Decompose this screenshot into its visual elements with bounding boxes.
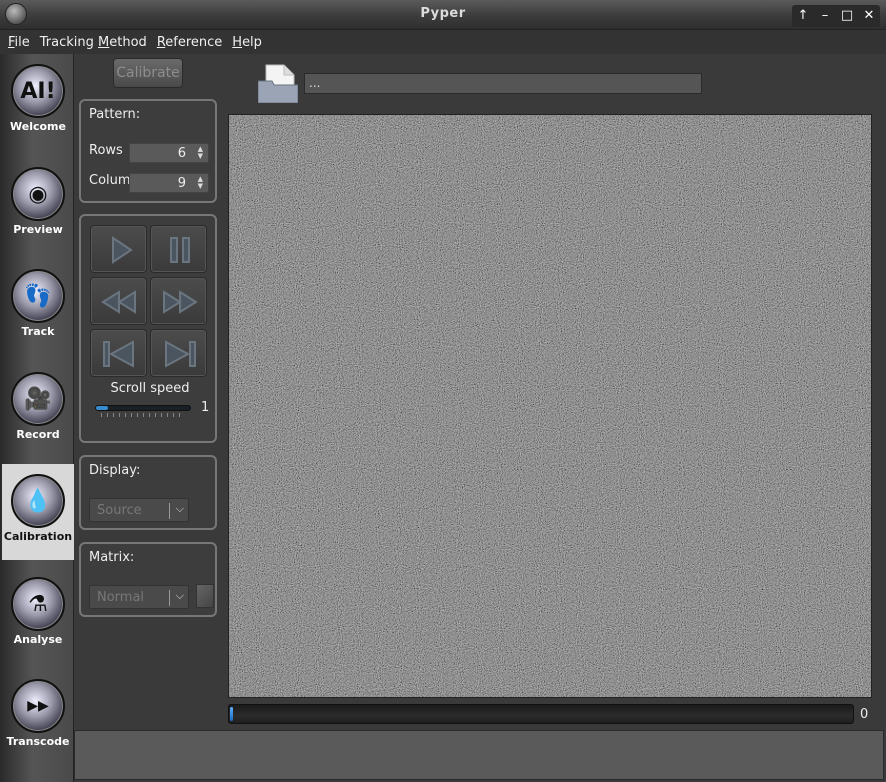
pause-icon <box>170 237 190 263</box>
menu-bar: File Tracking Method Reference Help <box>0 30 886 54</box>
scroll-speed-label: Scroll speed <box>110 381 190 396</box>
tab-record[interactable]: 🎥 Record <box>2 362 74 458</box>
keep-above-button[interactable]: ↑ <box>794 7 812 25</box>
matrix-select[interactable]: Normal ⌵ <box>89 585 189 609</box>
combo-separator <box>169 503 170 519</box>
skip-start-button[interactable] <box>90 329 147 377</box>
pattern-group: Pattern: Rows 6 ▲ ▼ Colum 9 ▲ ▼ <box>79 99 217 203</box>
window-controls: ↑ – □ ✕ <box>792 5 880 27</box>
frame-counter: 0 <box>860 707 869 722</box>
fast-forward-button[interactable] <box>150 277 207 325</box>
noise-image <box>229 115 871 697</box>
tab-transcode[interactable]: ▶▶ Transcode <box>2 669 74 765</box>
scroll-speed-value: 1 <box>201 400 210 415</box>
footprints-icon: 👣 <box>11 269 65 323</box>
tab-transcode-label: Transcode <box>6 735 70 748</box>
columns-value: 9 <box>177 176 186 191</box>
menu-help[interactable]: Help <box>228 35 266 50</box>
file-path-field[interactable]: ... <box>304 73 702 94</box>
menu-reference-mnemonic: R <box>156 34 166 50</box>
tab-record-label: Record <box>16 428 60 441</box>
skip-start-icon <box>103 340 134 368</box>
play-icon <box>112 236 133 264</box>
tab-analyse[interactable]: ⚗ Analyse <box>2 567 74 663</box>
tab-sidebar: AI! Welcome ◉ Preview 👣 Track 🎥 Record 💧… <box>0 54 74 782</box>
skip-end-button[interactable] <box>150 329 207 377</box>
menu-tracking-method[interactable]: Tracking Method <box>36 35 151 50</box>
calibrate-button[interactable]: Calibrate <box>113 58 183 88</box>
frame-progress-bar[interactable] <box>228 704 854 724</box>
slider-ticks <box>101 413 185 417</box>
tab-preview[interactable]: ◉ Preview <box>2 157 74 253</box>
scroll-speed-slider[interactable] <box>95 405 191 411</box>
analyse-icon: ⚗ <box>11 577 65 631</box>
rows-label: Rows <box>89 143 123 158</box>
player-group: Scroll speed 1 <box>79 214 217 443</box>
rewind-icon <box>101 290 136 314</box>
drop-icon: 💧 <box>11 474 65 528</box>
play-button[interactable] <box>90 225 147 273</box>
display-select-value: Source <box>97 503 142 518</box>
spin-arrows-icon[interactable]: ▲ ▼ <box>198 176 203 190</box>
tab-track[interactable]: 👣 Track <box>2 259 74 355</box>
eye-icon: ◉ <box>11 167 65 221</box>
title-bar: Pyper ↑ – □ ✕ <box>0 0 886 30</box>
transcode-icon: ▶▶ <box>11 679 65 733</box>
tab-track-label: Track <box>21 325 55 338</box>
fast-forward-icon <box>163 290 198 314</box>
chevron-down-icon: ⌵ <box>175 589 184 602</box>
matrix-select-value: Normal <box>97 590 145 605</box>
columns-label: Colum <box>89 173 131 188</box>
display-select[interactable]: Source ⌵ <box>89 498 189 522</box>
display-group: Display: Source ⌵ <box>79 455 217 530</box>
welcome-icon: AI! <box>11 64 65 118</box>
matrix-title: Matrix: <box>89 550 135 565</box>
open-file-icon[interactable] <box>257 63 299 104</box>
menu-help-label: elp <box>242 34 262 50</box>
menu-reference-label: eference <box>165 34 223 50</box>
tab-welcome-label: Welcome <box>10 120 66 133</box>
chevron-down-icon: ⌵ <box>175 502 184 515</box>
tab-calibration[interactable]: 💧 Calibration <box>2 464 74 560</box>
matrix-save-icon[interactable] <box>196 584 214 608</box>
menu-tracking-label-rest: ethod <box>109 34 147 50</box>
columns-spinbox[interactable]: 9 ▲ ▼ <box>129 173 209 193</box>
display-title: Display: <box>89 463 141 478</box>
rows-spinbox[interactable]: 6 ▲ ▼ <box>129 143 209 163</box>
maximize-button[interactable]: □ <box>838 7 856 25</box>
window-title: Pyper <box>420 6 466 21</box>
menu-reference[interactable]: Reference <box>153 35 226 50</box>
menu-help-mnemonic: H <box>232 34 243 50</box>
tab-preview-label: Preview <box>13 223 63 236</box>
status-panel <box>74 730 884 780</box>
tab-calibration-label: Calibration <box>3 530 73 543</box>
pause-button[interactable] <box>150 225 207 273</box>
menu-file[interactable]: File <box>4 35 34 50</box>
menu-tracking-label: Tracking <box>39 34 99 50</box>
rewind-button[interactable] <box>90 277 147 325</box>
tab-analyse-label: Analyse <box>13 633 63 646</box>
close-button[interactable]: ✕ <box>860 7 878 25</box>
spin-arrows-icon[interactable]: ▲ ▼ <box>198 146 203 160</box>
combo-separator <box>169 590 170 606</box>
matrix-group: Matrix: Normal ⌵ <box>79 542 217 617</box>
menu-tracking-mnemonic: M <box>98 34 110 50</box>
progress-fill <box>230 707 233 721</box>
rows-value: 6 <box>177 146 186 161</box>
pattern-title: Pattern: <box>89 107 141 122</box>
scroll-speed-fill <box>96 406 108 410</box>
video-frame <box>228 114 872 698</box>
tab-welcome[interactable]: AI! Welcome <box>2 54 74 150</box>
minimize-button[interactable]: – <box>816 7 834 25</box>
camera-icon: 🎥 <box>11 372 65 426</box>
menu-file-label: ile <box>14 34 30 50</box>
skip-end-icon <box>165 340 196 368</box>
